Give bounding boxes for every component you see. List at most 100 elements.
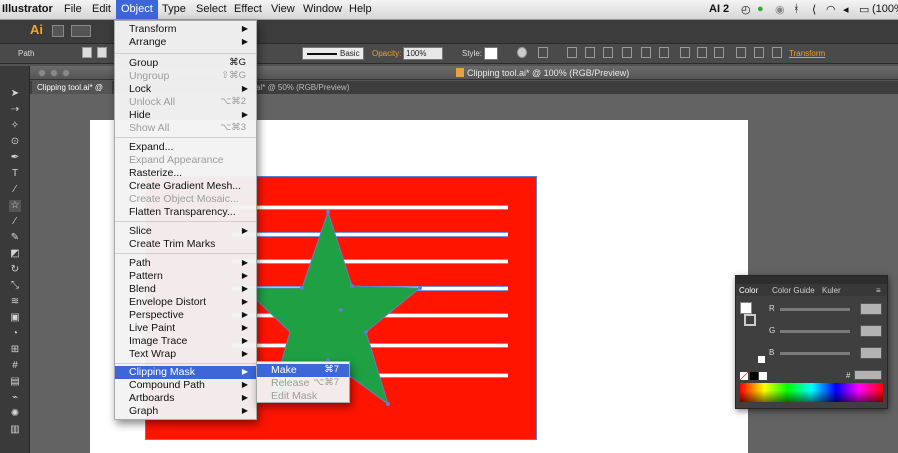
free-transform-tool-icon[interactable]: ▣ [9,312,21,324]
align-icon[interactable] [538,47,548,58]
align-left-icon[interactable] [567,47,577,58]
stroke-swatch[interactable] [744,314,756,326]
fill-color-icon[interactable] [82,47,92,58]
menu-item-expand[interactable]: Expand... [115,141,256,154]
menu-item-lock[interactable]: Lock ▶ [115,83,256,96]
black-swatch[interactable] [750,372,758,380]
color-spectrum[interactable] [740,383,883,402]
menu-help[interactable]: Help [349,3,372,15]
mesh-tool-icon[interactable]: # [9,360,21,372]
volume-icon[interactable]: ◂ [843,3,849,16]
menu-item-create-gradient-mesh[interactable]: Create Gradient Mesh... [115,180,256,193]
transform-link[interactable]: Transform [789,49,825,58]
width-tool-icon[interactable]: ≋ [9,296,21,308]
menu-item-artboards[interactable]: Artboards ▶ [115,392,256,405]
menu-item-expand-appearance[interactable]: Expand Appearance [115,154,256,167]
menu-item-create-trim-marks[interactable]: Create Trim Marks [115,238,256,251]
document-tab-active[interactable]: Clipping tool.ai* @ [32,81,112,94]
menu-item-arrange[interactable]: Arrange ▶ [115,36,256,49]
sync-icon[interactable]: ● [757,3,764,15]
zoom-window-button[interactable] [62,69,70,77]
menu-item-transform[interactable]: Transform ▶ [115,23,256,36]
eraser-tool-icon[interactable]: ◩ [9,248,21,260]
lasso-tool-icon[interactable]: ⊙ [9,136,21,148]
menu-item-compound-path[interactable]: Compound Path ▶ [115,379,256,392]
submenu-item-make[interactable]: Make ⌘7 [257,364,349,377]
menu-window[interactable]: Window [303,3,342,15]
align-middle-icon[interactable] [641,47,651,58]
menu-item-perspective[interactable]: Perspective ▶ [115,309,256,322]
cloud-icon[interactable]: ◉ [775,3,785,16]
fill-swatch[interactable] [740,302,752,314]
opacity-label[interactable]: Opacity: [372,49,401,58]
submenu-item-release[interactable]: Release ⌥⌘7 [257,377,349,390]
white-swatch[interactable] [759,372,767,380]
clock-icon[interactable]: ◴ [741,3,751,16]
arrange-documents-icon[interactable] [71,25,91,37]
menu-item-flatten-transparency[interactable]: Flatten Transparency... [115,206,256,219]
selection-tool-icon[interactable]: ➤ [9,88,21,100]
align-center-icon[interactable] [585,47,595,58]
scale-tool-icon[interactable]: ⤡ [9,280,21,292]
wifi-icon[interactable]: ◠ [826,3,836,16]
menu-view[interactable]: View [271,3,295,15]
distribute-center-icon[interactable] [697,47,707,58]
channel-r-input[interactable] [860,303,882,315]
distribute-bottom-icon[interactable] [714,47,724,58]
gradient-tool-icon[interactable]: ▤ [9,376,21,388]
menu-item-ungroup[interactable]: Ungroup ⇧⌘G [115,70,256,83]
close-window-button[interactable] [38,69,46,77]
recolor-icon[interactable] [517,47,527,58]
menu-item-clipping-mask[interactable]: Clipping Mask ▶ [115,366,256,379]
align-right-icon[interactable] [603,47,613,58]
bluetooth-icon[interactable]: ᚼ [793,3,800,15]
menu-item-group[interactable]: Group ⌘G [115,57,256,70]
channel-b-input[interactable] [860,347,882,359]
menu-item-graph[interactable]: Graph ▶ [115,405,256,418]
graph-tool-icon[interactable]: ▥ [9,424,21,436]
web-safe-swatch[interactable] [758,356,765,363]
shape-builder-tool-icon[interactable]: ◔ [9,328,21,340]
menu-item-unlock-all[interactable]: Unlock All ⌥⌘2 [115,96,256,109]
tab-color-guide[interactable]: Color Guide [772,286,815,295]
perspective-grid-tool-icon[interactable]: ⊞ [9,344,21,356]
tab-color[interactable]: Color [739,286,758,295]
type-tool-icon[interactable]: T [9,168,21,180]
channel-r-slider[interactable] [780,308,850,311]
menu-item-path[interactable]: Path ▶ [115,257,256,270]
align-bottom-icon[interactable] [659,47,669,58]
paintbrush-tool-icon[interactable]: ⁄ [9,216,21,228]
menu-item-envelope-distort[interactable]: Envelope Distort ▶ [115,296,256,309]
menu-object[interactable]: Object [116,0,158,19]
rotate-tool-icon[interactable]: ↻ [9,264,21,276]
channel-g-input[interactable] [860,325,882,337]
menu-item-rasterize[interactable]: Rasterize... [115,167,256,180]
app-menu[interactable]: Illustrator [2,3,53,15]
none-swatch[interactable] [740,372,748,380]
menu-item-live-paint[interactable]: Live Paint ▶ [115,322,256,335]
menu-type[interactable]: Type [162,3,186,15]
stroke-color-icon[interactable] [97,47,107,58]
menu-select[interactable]: Select [196,3,227,15]
channel-b-slider[interactable] [780,352,850,355]
tab-kuler[interactable]: Kuler [822,286,841,295]
pen-tool-icon[interactable]: ✒ [9,152,21,164]
document-tab-other[interactable]: al* @ 50% (RGB/Preview) [256,81,349,92]
bridge-icon[interactable] [52,25,64,37]
menu-item-text-wrap[interactable]: Text Wrap ▶ [115,348,256,361]
line-tool-icon[interactable]: ⁄ [9,184,21,196]
adobe-status[interactable]: AI 2 [709,3,729,15]
graphic-style-swatch[interactable] [484,47,498,60]
hex-input[interactable] [854,370,882,380]
magic-wand-tool-icon[interactable]: ✧ [9,120,21,132]
menu-item-slice[interactable]: Slice ▶ [115,225,256,238]
panel-grip[interactable] [736,276,887,284]
channel-g-slider[interactable] [780,330,850,333]
opacity-input[interactable]: 100% [403,47,443,60]
menu-file[interactable]: File [64,3,82,15]
star-tool-icon[interactable]: ☆ [9,200,21,212]
menu-effect[interactable]: Effect [234,3,262,15]
symbol-sprayer-tool-icon[interactable]: ✺ [9,408,21,420]
battery-icon[interactable]: ▭ [859,3,869,16]
menu-edit[interactable]: Edit [92,3,111,15]
